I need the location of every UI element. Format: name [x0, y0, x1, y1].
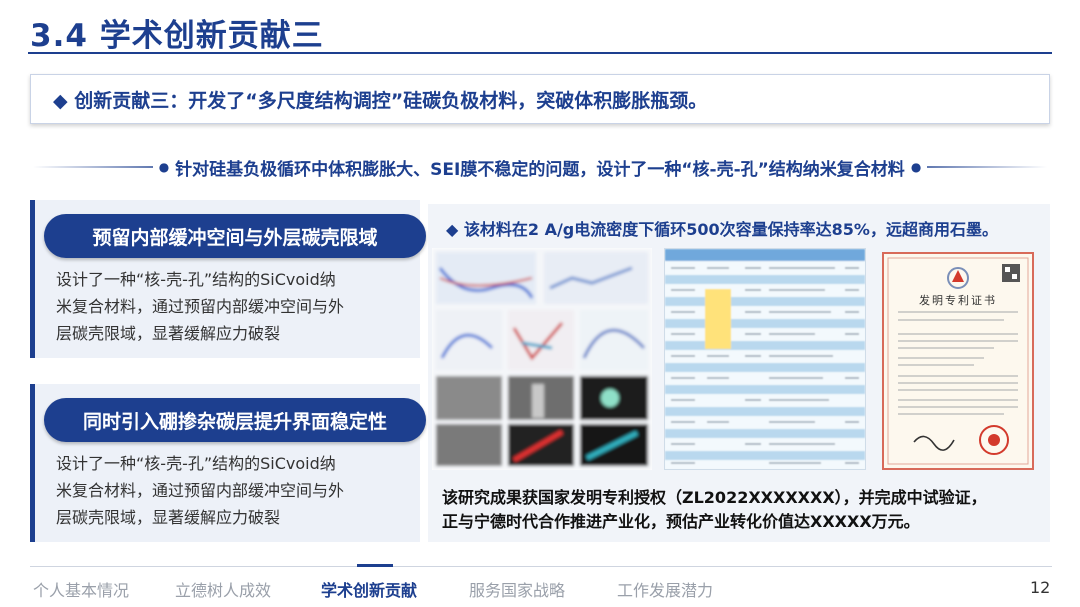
subtitle-text: 针对硅基负极循环中体积膨胀大、SEI膜不稳定的问题，设计了一种“核-壳-孔”结构…: [175, 159, 905, 180]
page-number: 12: [1030, 578, 1051, 597]
conclusion-text: 该研究成果获国家发明专利授权（ZL2022XXXXXXX），并完成中试验证， 正…: [442, 486, 987, 534]
card-title: 同时引入硼掺杂碳层提升界面稳定性: [82, 410, 387, 433]
comparison-table-image: [664, 248, 866, 470]
card-line: 设计了一种“核-壳-孔”结构的SiCvoid纳: [56, 454, 336, 473]
feature-card-buffer: 预留内部缓冲空间与外层碳壳限域 设计了一种“核-壳-孔”结构的SiCvoid纳 …: [30, 200, 426, 358]
footer-nav-personal-info[interactable]: 个人基本情况: [33, 577, 129, 601]
patent-emblem-icon: [947, 267, 969, 289]
contribution-banner: ◆ 创新贡献三：开发了“多尺度结构调控”硅碳负极材料，突破体积膨胀瓶颈。: [30, 74, 1050, 124]
card-body: 设计了一种“核-壳-孔”结构的SiCvoid纳 米复合材料，通过预留内部缓冲空间…: [56, 266, 412, 347]
card-accent-bar: [30, 384, 35, 542]
bullet-dot-icon: ●: [910, 160, 922, 174]
title-divider: [28, 52, 1052, 54]
footer-divider: [30, 566, 1052, 567]
footer-nav-national-strategy[interactable]: 服务国家战略: [469, 577, 565, 601]
subtitle-line: ● 针对硅基负极循环中体积膨胀大、SEI膜不稳定的问题，设计了一种“核-壳-孔”…: [0, 152, 1080, 182]
footer-active-indicator: [357, 564, 393, 567]
certificate-title: 发明专利证书: [919, 294, 997, 307]
card-title-pill: 同时引入硼掺杂碳层提升界面稳定性: [44, 398, 426, 442]
page-title: 3.4 学术创新贡献三: [30, 18, 324, 54]
evidence-heading: ◆ 该材料在2 A/g电流密度下循环500次容量保持率达85%，远超商用石墨。: [446, 220, 998, 239]
footer-nav-development-potential[interactable]: 工作发展潜力: [617, 577, 713, 601]
patent-certificate-image: 发明专利证书: [882, 252, 1034, 470]
table-graphic: [665, 249, 865, 469]
conclusion-line: 正与宁德时代合作推进产业化，预估产业转化价值达XXXXX万元。: [442, 512, 920, 531]
card-line: 米复合材料，通过预留内部缓冲空间与外: [56, 297, 345, 316]
figure-collage-graphic: [432, 248, 652, 470]
card-line: 层碳壳限域，显著缓解应力破裂: [56, 508, 281, 527]
card-line: 层碳壳限域，显著缓解应力破裂: [56, 324, 281, 343]
card-title: 预留内部缓冲空间与外层碳壳限域: [92, 226, 378, 249]
conclusion-line: 该研究成果获国家发明专利授权（ZL2022XXXXXXX），并完成中试验证，: [442, 488, 987, 507]
banner-text: ◆ 创新贡献三：开发了“多尺度结构调控”硅碳负极材料，突破体积膨胀瓶颈。: [53, 89, 708, 112]
card-accent-bar: [30, 200, 35, 358]
subtitle-rule-right: [927, 166, 1048, 168]
feature-card-boron: 同时引入硼掺杂碳层提升界面稳定性 设计了一种“核-壳-孔”结构的SiCvoid纳…: [30, 384, 426, 542]
footer-nav-academic-innovation[interactable]: 学术创新贡献: [321, 577, 417, 601]
footer-nav-education[interactable]: 立德树人成效: [175, 577, 271, 601]
card-title-pill: 预留内部缓冲空间与外层碳壳限域: [44, 214, 426, 258]
research-figures-image: [432, 248, 652, 470]
certificate-graphic: [887, 257, 1029, 465]
evidence-panel: ◆ 该材料在2 A/g电流密度下循环500次容量保持率达85%，远超商用石墨。: [428, 204, 1050, 542]
subtitle-rule-left: [32, 166, 153, 168]
card-body: 设计了一种“核-壳-孔”结构的SiCvoid纳 米复合材料，通过预留内部缓冲空间…: [56, 450, 412, 531]
bullet-dot-icon: ●: [158, 160, 170, 174]
card-line: 设计了一种“核-壳-孔”结构的SiCvoid纳: [56, 270, 336, 289]
card-line: 米复合材料，通过预留内部缓冲空间与外: [56, 481, 345, 500]
